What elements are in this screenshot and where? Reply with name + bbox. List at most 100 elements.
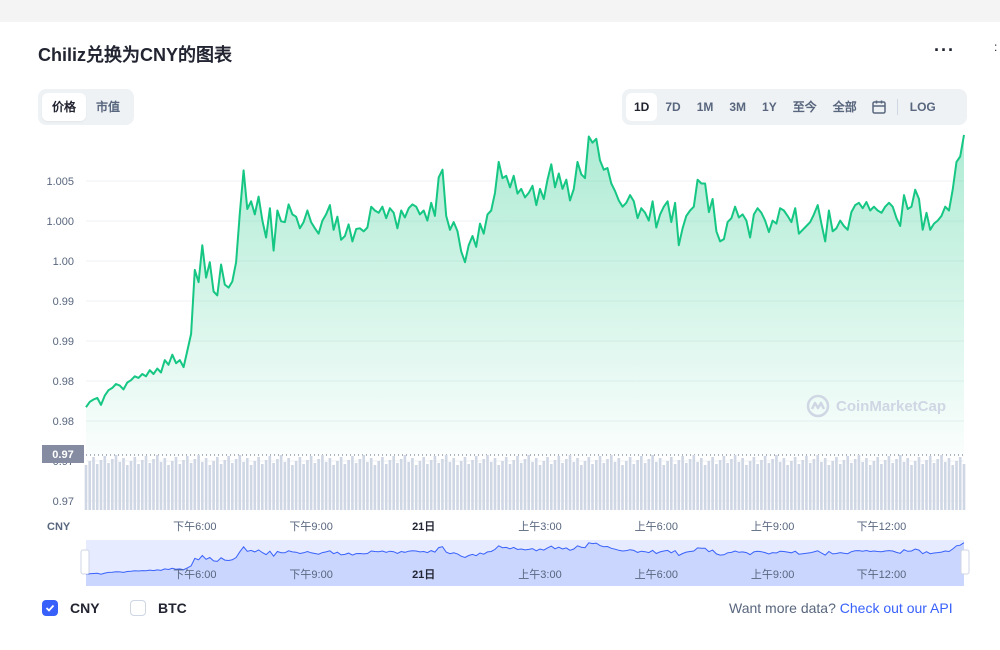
volume-bar xyxy=(114,455,118,510)
volume-bar xyxy=(523,459,527,510)
volume-bar xyxy=(655,462,658,510)
volume-bar xyxy=(167,465,170,510)
volume-bar xyxy=(703,465,707,510)
y-tick-label: 0.98 xyxy=(53,416,74,428)
volume-bar xyxy=(459,461,463,510)
legend-label-cny: CNY xyxy=(70,600,100,616)
volume-bar xyxy=(448,462,452,510)
volume-bar xyxy=(827,465,831,510)
volume-bar xyxy=(741,458,744,510)
volume-bar xyxy=(872,461,876,510)
volume-bar xyxy=(358,459,362,510)
volume-bar xyxy=(186,456,189,510)
volume-bar xyxy=(917,457,921,510)
volume-bar xyxy=(433,456,437,510)
volume-bar xyxy=(354,463,358,510)
legend-cny[interactable]: CNY xyxy=(42,600,100,616)
volume-bar xyxy=(122,458,125,510)
y-tick-label: 0.98 xyxy=(53,376,74,388)
volume-bar xyxy=(212,461,215,510)
volume-bar xyxy=(760,460,763,510)
volume-bar xyxy=(538,465,542,510)
navigator-handle-left[interactable] xyxy=(80,549,90,575)
volume-bar xyxy=(850,463,853,510)
volume-bar xyxy=(291,465,294,510)
volume-bar xyxy=(234,459,238,510)
volume-bar xyxy=(745,465,748,510)
volume-bar xyxy=(519,463,523,510)
volume-bar xyxy=(362,455,366,510)
volume-bar xyxy=(925,460,928,510)
volume-bar xyxy=(880,464,883,510)
volume-bar xyxy=(610,455,613,510)
volume-bar xyxy=(366,462,369,510)
volume-bar xyxy=(343,464,347,510)
volume-bar xyxy=(126,465,129,510)
volume-bar xyxy=(557,456,561,510)
volume-bar xyxy=(388,460,392,510)
check-icon xyxy=(45,604,55,612)
navigator-handle-right[interactable] xyxy=(960,549,970,575)
volume-bar xyxy=(478,463,482,510)
volume-bar xyxy=(876,457,880,510)
volume-bar xyxy=(313,463,317,510)
volume-bar xyxy=(396,463,399,510)
volume-bar xyxy=(613,462,617,510)
volume-bar xyxy=(598,456,602,510)
volume-bar xyxy=(576,458,579,510)
volume-bar xyxy=(636,460,639,510)
legend-btc[interactable]: BTC xyxy=(130,600,187,616)
volume-bar xyxy=(936,459,940,510)
volume-bar xyxy=(838,464,842,510)
volume-bar xyxy=(482,459,486,510)
volume-bar xyxy=(958,457,962,510)
volume-bar xyxy=(913,461,917,510)
checkbox-cny[interactable] xyxy=(42,600,58,616)
volume-bar xyxy=(651,455,654,510)
volume-bar xyxy=(572,462,576,510)
volume-bar xyxy=(583,461,587,510)
volume-bar xyxy=(718,460,722,510)
x-tick-label: 上午9:00 xyxy=(751,520,794,533)
volume-bar xyxy=(197,455,200,510)
volume-bar xyxy=(887,456,891,510)
volume-bar xyxy=(268,456,272,510)
volume-bar xyxy=(298,457,302,510)
volume-bar xyxy=(853,459,857,510)
watermark-text: CoinMarketCap xyxy=(836,397,947,415)
volume-bar xyxy=(219,464,223,510)
legend-label-btc: BTC xyxy=(158,600,187,616)
volume-bar xyxy=(501,461,504,510)
coinmarketcap-logo-icon xyxy=(806,394,830,418)
volume-bar xyxy=(279,455,283,510)
volume-bar xyxy=(786,465,789,510)
volume-bar xyxy=(95,464,99,510)
volume-bar xyxy=(294,461,298,510)
volume-bar xyxy=(444,455,448,510)
volume-bar xyxy=(820,462,823,510)
checkbox-btc[interactable] xyxy=(130,600,146,616)
x-tick-label: 下午6:00 xyxy=(173,520,216,533)
volume-bar xyxy=(707,461,711,510)
volume-bar xyxy=(148,463,152,510)
volume-bar xyxy=(504,457,508,510)
volume-bar xyxy=(264,460,268,510)
volume-bar xyxy=(418,461,422,510)
volume-bar xyxy=(685,463,688,510)
volume-bar xyxy=(174,457,178,510)
volume-bar xyxy=(940,455,943,510)
volume-bar xyxy=(384,464,388,510)
volume-bar xyxy=(306,460,309,510)
volume-bar xyxy=(808,463,812,510)
volume-bar xyxy=(861,462,865,510)
volume-bar xyxy=(801,460,805,510)
volume-bar xyxy=(632,464,636,510)
volume-bar xyxy=(171,461,174,510)
volume-bar xyxy=(775,455,778,510)
volume-bar xyxy=(88,461,92,510)
api-link[interactable]: Check out our API xyxy=(840,600,953,616)
volume-bar xyxy=(283,462,287,510)
volume-bar xyxy=(332,465,335,510)
volume-bar xyxy=(133,457,137,510)
volume-bar xyxy=(111,459,114,510)
